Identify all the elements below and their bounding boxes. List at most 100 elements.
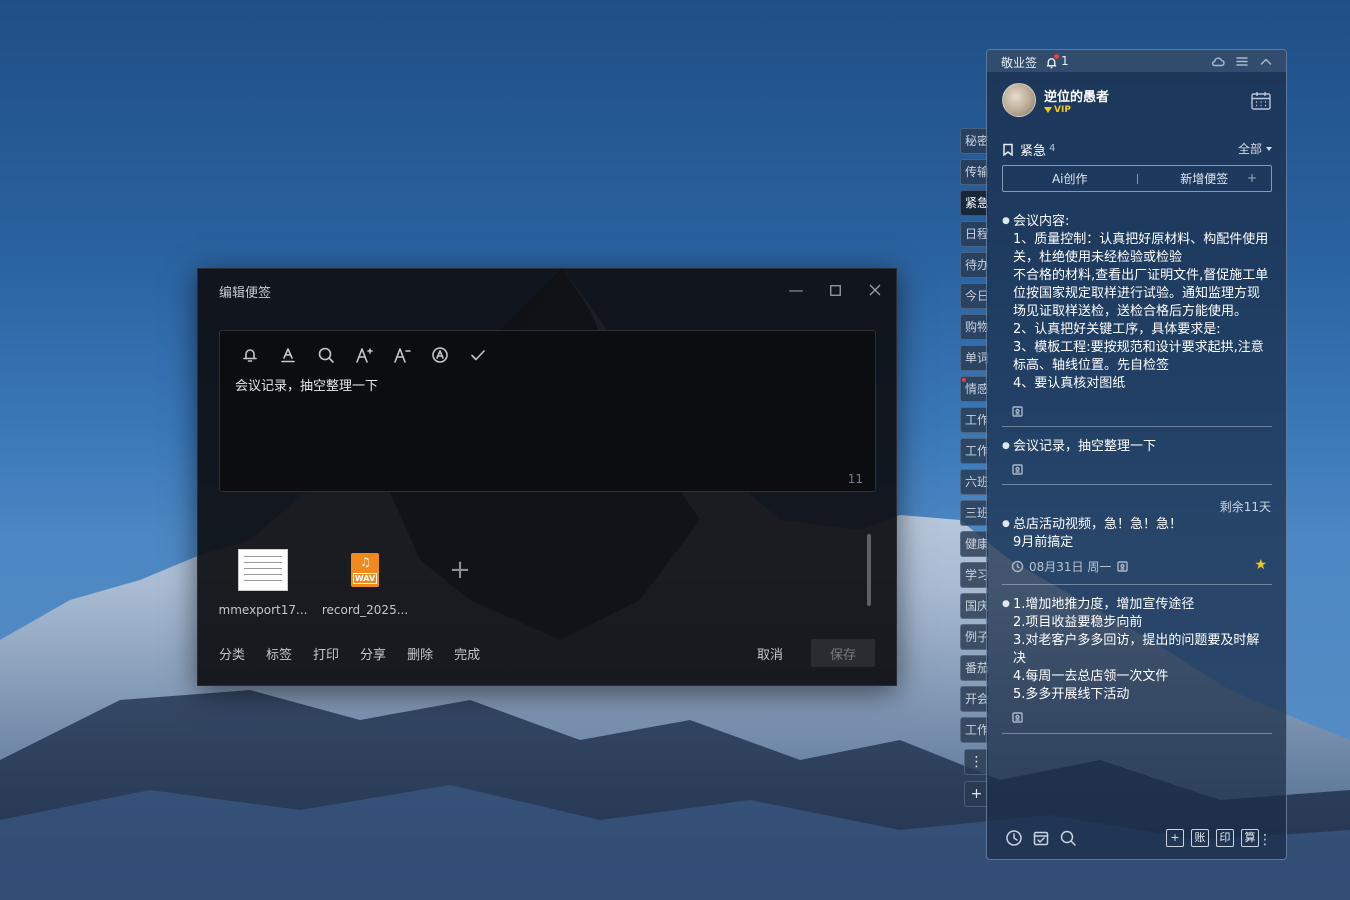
remaining-days: 剩余11天 bbox=[1219, 500, 1271, 514]
attachment-image[interactable]: mmexport17... bbox=[219, 549, 307, 617]
note-content: 会议记录，抽空整理一下 bbox=[1013, 439, 1157, 454]
cloud-sync-icon[interactable] bbox=[1210, 54, 1226, 68]
print-button[interactable]: 印 bbox=[1216, 829, 1234, 847]
more-options-icon[interactable]: ⋮ bbox=[1258, 833, 1272, 847]
notification-count: 1 bbox=[1061, 54, 1069, 68]
app-name: 敬业签 bbox=[1001, 56, 1038, 70]
side-tab[interactable]: 工作 bbox=[960, 717, 988, 743]
note-item[interactable]: ● 会议记录，抽空整理一下 bbox=[1002, 438, 1272, 456]
save-button[interactable]: 保存 bbox=[811, 639, 875, 667]
menu-icon[interactable] bbox=[1234, 54, 1250, 68]
note-content: 总店活动视频，急！急！急！ 9月前搞定 bbox=[1013, 517, 1183, 550]
side-tab[interactable]: 日程 bbox=[960, 221, 988, 247]
note-text-input[interactable]: 会议记录，抽空整理一下 bbox=[235, 375, 378, 394]
reminder-bell-icon[interactable] bbox=[238, 343, 262, 367]
print-button[interactable]: 打印 bbox=[313, 644, 339, 663]
unread-dot bbox=[962, 378, 966, 382]
audio-file-icon: ♫ WAV bbox=[351, 553, 379, 587]
side-tab[interactable]: 购物 bbox=[960, 314, 988, 340]
note-editor-area[interactable]: 会议记录，抽空整理一下 11 bbox=[219, 330, 876, 492]
side-tab[interactable]: 学习 bbox=[960, 562, 988, 588]
panel-titlebar[interactable]: 敬业签 1 bbox=[987, 50, 1286, 72]
note-content: 会议内容: 1、质量控制：认真把好原材料、构配件使用关，杜绝使用未经检验或检验 … bbox=[1013, 214, 1269, 391]
search-icon[interactable] bbox=[314, 343, 338, 367]
add-icon[interactable]: + bbox=[1247, 171, 1257, 185]
attachment-name: mmexport17... bbox=[218, 603, 308, 617]
share-button[interactable]: 分享 bbox=[360, 644, 386, 663]
note-item[interactable]: ● 会议内容: 1、质量控制：认真把好原材料、构配件使用关，杜绝使用未经检验或检… bbox=[1002, 213, 1272, 399]
notification-bell-icon[interactable] bbox=[1045, 54, 1059, 69]
search-icon[interactable] bbox=[1058, 828, 1077, 847]
check-icon[interactable] bbox=[466, 343, 490, 367]
side-tab-active[interactable]: 紧急 bbox=[960, 190, 988, 216]
note-meta: 08月31日 周一 bbox=[1011, 559, 1129, 574]
side-tab[interactable]: 情感 bbox=[960, 376, 988, 402]
calculator-button[interactable]: 算 bbox=[1241, 829, 1259, 847]
side-tab[interactable]: 工作 bbox=[960, 407, 988, 433]
note-meta bbox=[1011, 404, 1024, 418]
dialog-title: 编辑便签 bbox=[219, 286, 272, 301]
lock-icon[interactable] bbox=[1011, 463, 1024, 476]
side-tab[interactable]: 单词 bbox=[960, 345, 988, 371]
side-tab[interactable]: 传输 bbox=[960, 159, 988, 185]
tags-button[interactable]: 标签 bbox=[266, 644, 292, 663]
minimize-icon[interactable]: — bbox=[783, 277, 809, 303]
lock-icon[interactable] bbox=[1116, 560, 1129, 573]
add-note-button[interactable]: + bbox=[1166, 829, 1184, 847]
text-underline-icon[interactable] bbox=[276, 343, 300, 367]
side-tab[interactable]: 健康 bbox=[960, 531, 988, 557]
filter-dropdown[interactable]: 全部 bbox=[1238, 140, 1272, 157]
side-tab[interactable]: 番茄 bbox=[960, 655, 988, 681]
avatar[interactable] bbox=[1002, 83, 1036, 117]
panel-bottom-toolbar: + 账 印 算 ⋮ bbox=[987, 817, 1286, 859]
attachment-audio[interactable]: ♫ WAV record_2025... bbox=[321, 549, 409, 617]
lock-icon[interactable] bbox=[1011, 711, 1024, 724]
add-attachment-icon[interactable]: + bbox=[435, 549, 485, 591]
side-tab[interactable]: 三班 bbox=[960, 500, 988, 526]
close-icon[interactable] bbox=[862, 277, 888, 303]
side-tab[interactable]: 待办 bbox=[960, 252, 988, 278]
delete-button[interactable]: 删除 bbox=[407, 644, 433, 663]
ai-create-button[interactable]: Ai创作 bbox=[1003, 170, 1137, 187]
side-tab[interactable]: 六班 bbox=[960, 469, 988, 495]
cancel-button[interactable]: 取消 bbox=[757, 644, 783, 663]
note-item[interactable]: ● 总店活动视频，急！急！急！ 9月前搞定 bbox=[1002, 516, 1272, 552]
classify-button[interactable]: 分类 bbox=[219, 644, 245, 663]
diamond-icon bbox=[1044, 107, 1052, 113]
clock-icon bbox=[1011, 560, 1024, 573]
character-count: 11 bbox=[847, 472, 863, 486]
category-header: 紧急 4 全部 bbox=[1002, 139, 1272, 159]
side-tab[interactable]: 国庆 bbox=[960, 593, 988, 619]
clock-icon[interactable] bbox=[1004, 828, 1023, 847]
edit-note-dialog: 编辑便签 — 会议记录，抽空整理一下 11 mmexport17... ♫ WA… bbox=[197, 268, 897, 686]
dialog-footer: 分类 标签 打印 分享 删除 完成 取消 保存 bbox=[219, 639, 875, 667]
text-recognition-icon[interactable] bbox=[428, 343, 452, 367]
more-categories-icon[interactable]: ⋮ bbox=[964, 749, 988, 775]
side-tab[interactable]: 开会 bbox=[960, 686, 988, 712]
maximize-icon[interactable] bbox=[822, 277, 848, 303]
image-thumbnail bbox=[238, 549, 288, 591]
font-decrease-icon[interactable] bbox=[390, 343, 414, 367]
note-item[interactable]: ● 1.增加地推力度，增加宣传途径 2.项目收益要稳步向前 3.对老客户多多回访… bbox=[1002, 596, 1272, 704]
action-bar: Ai创作 新增便签 + bbox=[1002, 165, 1272, 192]
font-increase-icon[interactable] bbox=[352, 343, 376, 367]
todo-check-icon[interactable] bbox=[1031, 828, 1050, 847]
category-count: 4 bbox=[1049, 143, 1056, 154]
side-tab[interactable]: 秘密 bbox=[960, 128, 988, 154]
side-tab[interactable]: 今日 bbox=[960, 283, 988, 309]
dialog-scrollbar[interactable] bbox=[867, 534, 871, 606]
star-icon[interactable]: ★ bbox=[1254, 557, 1267, 573]
attachment-list: mmexport17... ♫ WAV record_2025... + bbox=[219, 549, 485, 617]
done-button[interactable]: 完成 bbox=[454, 644, 480, 663]
add-category-icon[interactable]: + bbox=[964, 781, 988, 807]
accounting-button[interactable]: 账 bbox=[1191, 829, 1209, 847]
dialog-titlebar[interactable]: 编辑便签 — bbox=[198, 269, 896, 311]
attachment-name: record_2025... bbox=[321, 603, 409, 617]
lock-icon[interactable] bbox=[1011, 405, 1024, 418]
side-tab[interactable]: 工作 bbox=[960, 438, 988, 464]
calendar-icon[interactable] bbox=[1250, 90, 1272, 112]
side-tab[interactable]: 例子 bbox=[960, 624, 988, 650]
category-name: 紧急 bbox=[1020, 144, 1047, 159]
note-content: 1.增加地推力度，增加宣传途径 2.项目收益要稳步向前 3.对老客户多多回访，提… bbox=[1013, 597, 1260, 702]
collapse-chevron-up-icon[interactable] bbox=[1258, 54, 1274, 68]
